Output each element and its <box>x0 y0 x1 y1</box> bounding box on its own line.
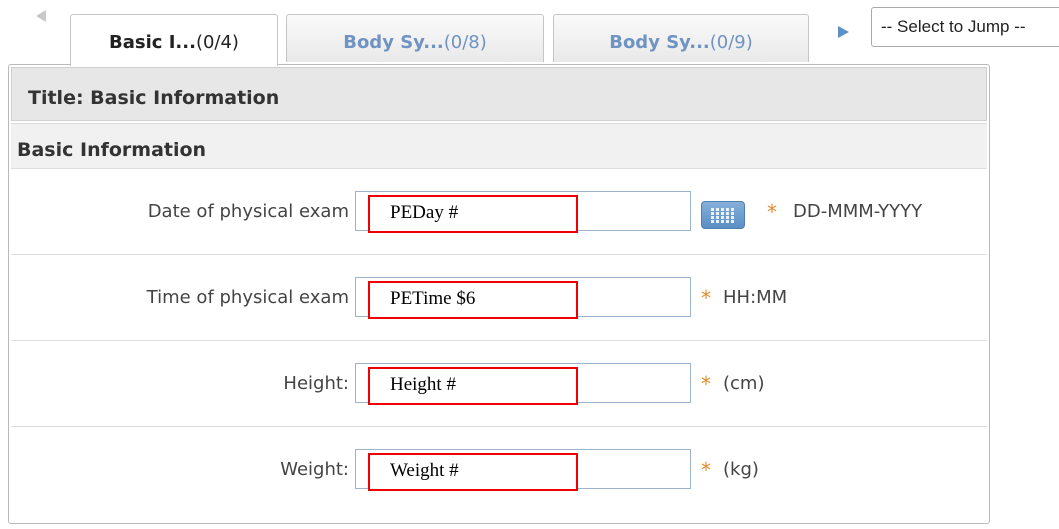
required-marker: * <box>701 372 711 396</box>
tab-basic-information[interactable]: Basic I...(0/4) <box>70 14 278 66</box>
tab-name: Body Sy... <box>343 32 444 53</box>
tab-name: Body Sy... <box>609 32 710 53</box>
tab-count: (0/4) <box>195 32 239 53</box>
field-label: Weight: <box>280 459 349 480</box>
annotation-box: PETime $6 <box>368 281 578 319</box>
field-hint: (kg) <box>723 459 759 480</box>
field-row-weight: Weight: Weight # * (kg) <box>11 427 987 513</box>
field-row-date: Date of physical exam PEDay # * DD-MMM-Y… <box>11 169 987 255</box>
annotation-box: Height # <box>368 367 578 405</box>
scroll-tabs-right-icon[interactable] <box>838 26 849 38</box>
tab-body-systems-2[interactable]: Body Sy...(0/9) <box>553 14 809 62</box>
tab-count: (0/9) <box>709 32 753 53</box>
scroll-tabs-left-icon[interactable] <box>36 10 46 22</box>
calendar-icon[interactable] <box>701 201 745 229</box>
tab-body-systems-1[interactable]: Body Sy...(0/8) <box>286 14 544 62</box>
field-hint: DD-MMM-YYYY <box>793 201 923 222</box>
required-marker: * <box>701 286 711 310</box>
tab-name: Basic I... <box>109 32 196 53</box>
annotation-box: Weight # <box>368 453 578 491</box>
tab-count: (0/8) <box>443 32 487 53</box>
field-row-time: Time of physical exam PETime $6 * HH:MM <box>11 255 987 341</box>
field-hint: (cm) <box>723 373 765 394</box>
field-hint: HH:MM <box>723 287 788 308</box>
required-marker: * <box>767 200 777 224</box>
field-label: Height: <box>283 373 349 394</box>
jump-to-select[interactable]: -- Select to Jump -- <box>871 7 1059 47</box>
panel-title: Title: Basic Information <box>11 67 987 121</box>
section-header: Basic Information <box>11 123 987 169</box>
field-label: Time of physical exam <box>146 287 349 308</box>
form-panel: Title: Basic Information Basic Informati… <box>8 64 990 524</box>
annotation-box: PEDay # <box>368 195 578 233</box>
required-marker: * <box>701 458 711 482</box>
field-row-height: Height: Height # * (cm) <box>11 341 987 427</box>
field-label: Date of physical exam <box>147 201 349 222</box>
